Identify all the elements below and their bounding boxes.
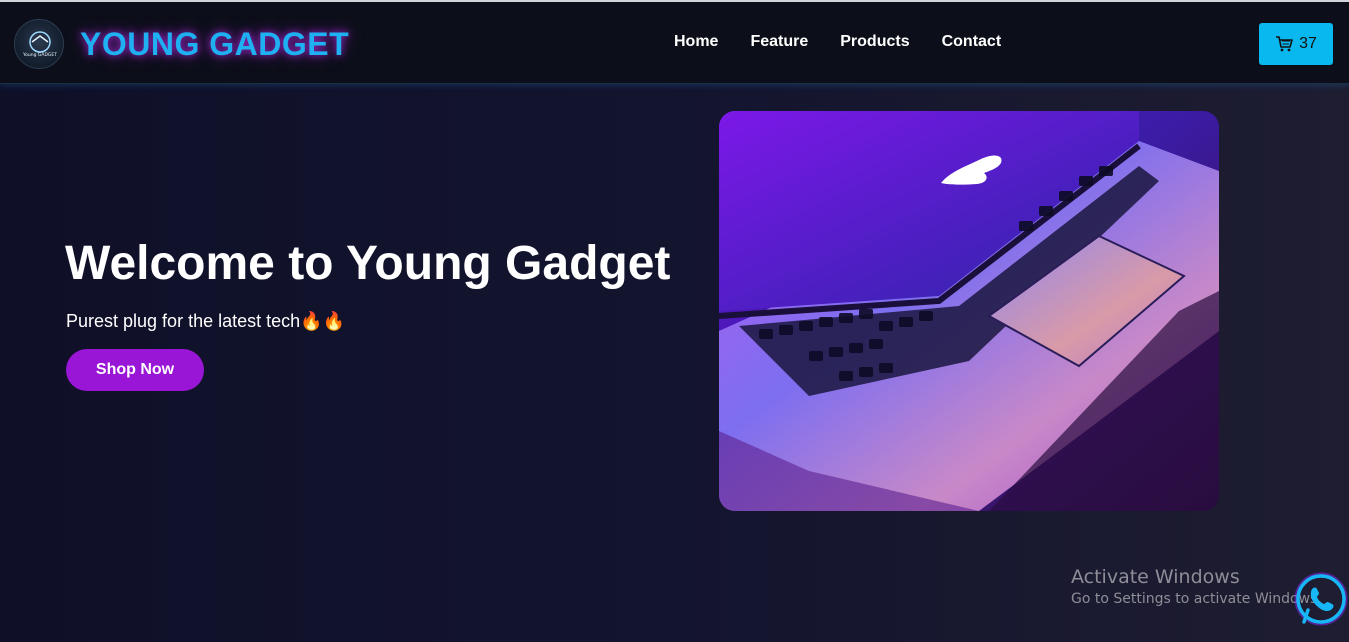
navbar: Young GADGET YOUNG GADGET Home Feature P… <box>0 2 1349 84</box>
activate-windows-subtitle: Go to Settings to activate Windows. <box>1071 591 1322 607</box>
brand-name[interactable]: YOUNG GADGET <box>80 26 349 63</box>
nav-home[interactable]: Home <box>674 33 718 51</box>
nav-feature[interactable]: Feature <box>750 33 808 51</box>
hero-title: Welcome to Young Gadget <box>65 237 671 290</box>
activate-windows-title: Activate Windows <box>1071 566 1240 588</box>
logo-text: Young GADGET <box>22 52 57 58</box>
shop-now-button[interactable]: Shop Now <box>66 349 204 391</box>
logo-emblem-icon: Young GADGET <box>22 31 57 58</box>
whatsapp-button[interactable] <box>1292 572 1349 630</box>
whatsapp-icon <box>1294 572 1348 626</box>
nav-contact[interactable]: Contact <box>942 33 1002 51</box>
nav-products[interactable]: Products <box>840 33 909 51</box>
cart-button[interactable]: 37 <box>1259 23 1333 65</box>
logo[interactable]: Young GADGET <box>14 19 64 69</box>
cart-icon <box>1276 36 1293 52</box>
main-nav: Home Feature Products Contact <box>674 33 1033 51</box>
hero-laptop-image <box>719 111 1219 511</box>
hero-subtitle: Purest plug for the latest tech🔥🔥 <box>66 311 345 331</box>
cart-count: 37 <box>1299 35 1317 52</box>
